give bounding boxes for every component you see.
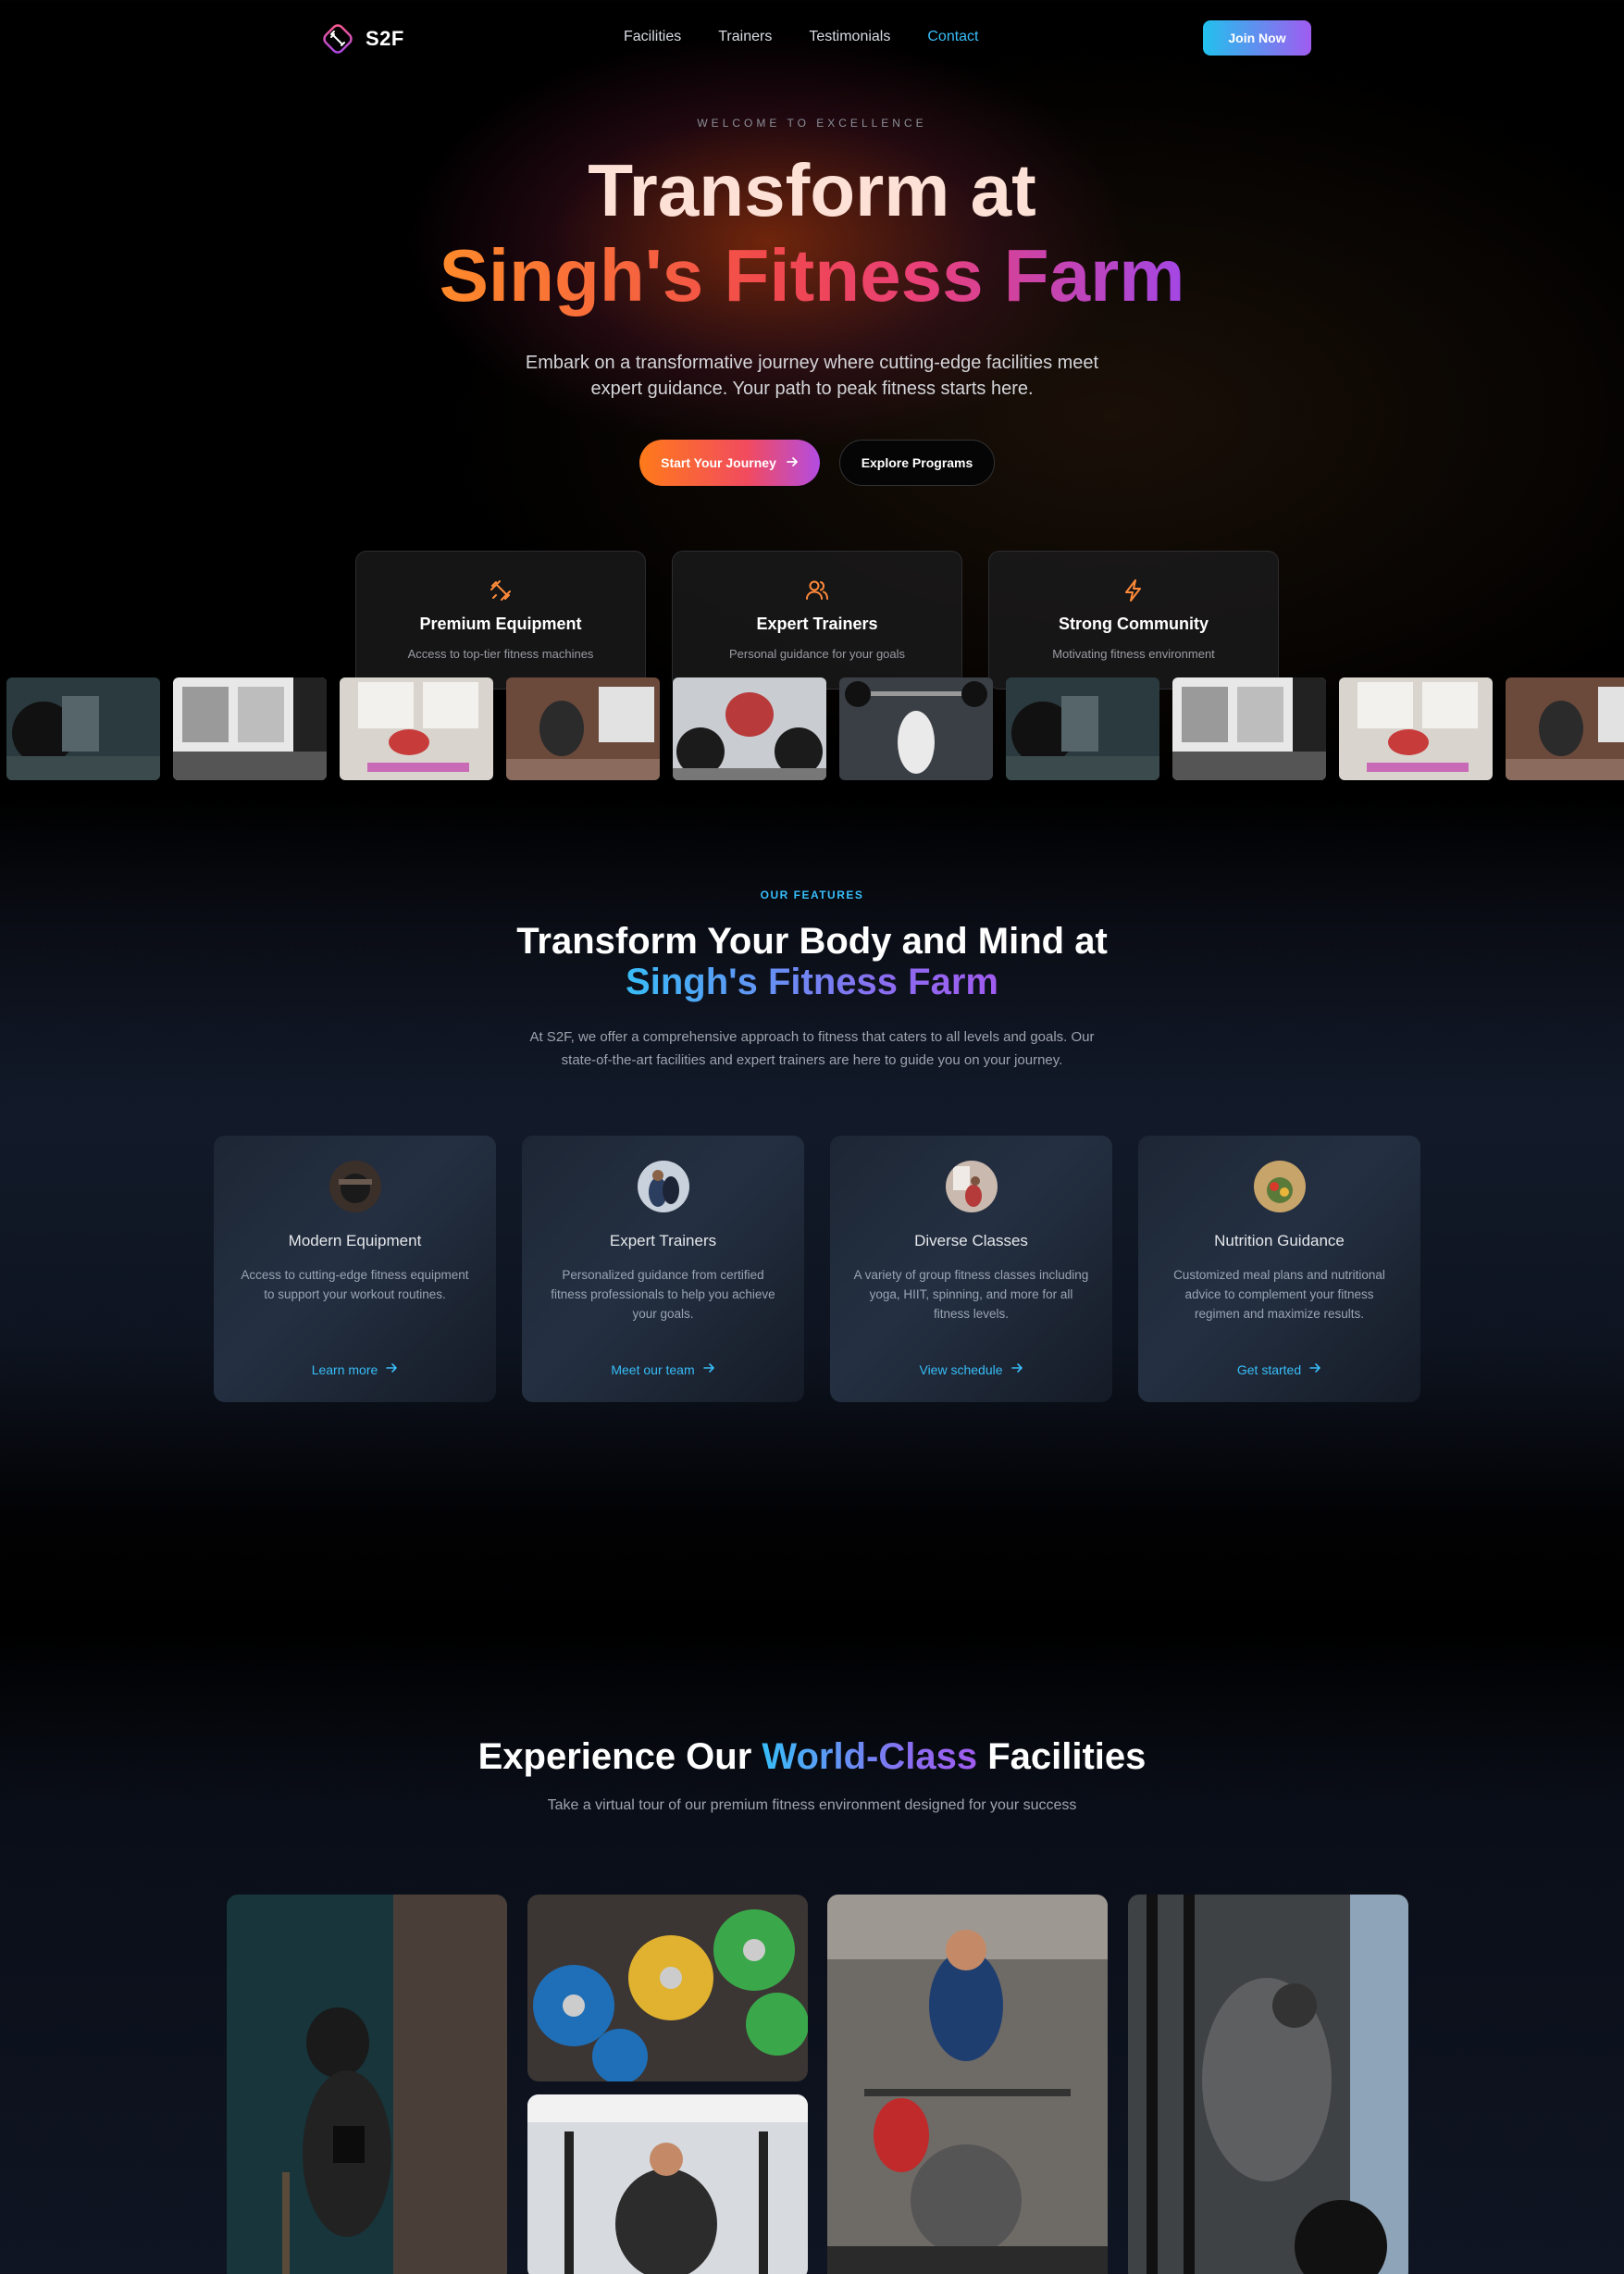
feature-link-label: View schedule	[919, 1361, 1003, 1377]
feature-link-label: Meet our team	[611, 1361, 695, 1377]
feature-desc: Access to cutting-edge fitness equipment…	[241, 1268, 469, 1301]
gallery-photo-gym-floor	[173, 677, 327, 780]
feature-title: Expert Trainers	[609, 1232, 717, 1249]
arrow-right-icon	[1010, 1361, 1023, 1377]
feature-avatar	[945, 1161, 998, 1212]
feature-card-nutrition-guidance: Nutrition Guidance Customized meal plans…	[1138, 1136, 1420, 1402]
facilities-subtitle: Take a virtual tour of our premium fitne…	[547, 1797, 1077, 1813]
gallery-photo-barbell-lift-2	[1006, 677, 1159, 780]
users-icon	[673, 578, 961, 607]
facility-photo-bench-press	[527, 2094, 808, 2274]
hero-card-title: Premium Equipment	[419, 615, 582, 633]
gallery-photo-barbell-lift	[6, 677, 160, 780]
feature-card-diverse-classes: Diverse Classes A variety of group fitne…	[830, 1136, 1112, 1402]
feature-desc: Personalized guidance from certified fit…	[551, 1268, 775, 1321]
features-eyebrow: OUR FEATURES	[760, 888, 864, 901]
facilities-title-accent: World-Class	[762, 1736, 978, 1777]
gallery-photo-overhead-press	[839, 677, 993, 780]
hero-title-line2: Singh's Fitness Farm	[439, 234, 1185, 317]
hero-highlight-cards: Premium Equipment Access to top-tier fit…	[355, 551, 1279, 690]
facilities-title-post: Facilities	[987, 1736, 1147, 1777]
feature-title: Nutrition Guidance	[1214, 1232, 1345, 1249]
hero-subtitle: Embark on a transformative journey where…	[525, 353, 1099, 399]
facilities-title-pre: Experience Our	[477, 1736, 752, 1777]
dumbbell-logo-icon	[319, 20, 356, 57]
view-schedule-link[interactable]: View schedule	[830, 1361, 1112, 1377]
gallery-photo-floor-exercise	[340, 677, 493, 780]
lightning-icon	[989, 578, 1278, 607]
dumbbell-icon	[356, 578, 645, 607]
arrow-right-icon	[385, 1361, 398, 1377]
hero-card-premium-equipment: Premium Equipment Access to top-tier fit…	[355, 551, 646, 690]
facility-photo-battle-ropes	[227, 1895, 507, 2274]
feature-title: Modern Equipment	[288, 1232, 422, 1249]
hero-title: Transform at Singh's Fitness Farm	[0, 148, 1624, 318]
arrow-right-icon	[1308, 1361, 1321, 1377]
gallery-photo-trainer-session	[506, 677, 660, 780]
features-title-line1: Transform Your Body and Mind at	[516, 921, 1108, 962]
features-subtitle: At S2F, we offer a comprehensive approac…	[529, 1029, 1095, 1068]
hero-card-title: Strong Community	[1059, 615, 1209, 633]
top-nav: S2F Facilities Trainers Testimonials Con…	[0, 0, 1624, 78]
features-title-line2: Singh's Fitness Farm	[626, 962, 998, 1002]
hero-card-desc: Motivating fitness environment	[1052, 647, 1215, 661]
learn-more-link[interactable]: Learn more	[214, 1361, 496, 1377]
nav-link-trainers[interactable]: Trainers	[718, 29, 772, 45]
logo-text: S2F	[366, 27, 404, 50]
hero-card-strong-community: Strong Community Motivating fitness envi…	[988, 551, 1279, 690]
feature-desc: Customized meal plans and nutritional ad…	[1173, 1268, 1385, 1321]
hero-card-expert-trainers: Expert Trainers Personal guidance for yo…	[672, 551, 962, 690]
start-journey-button[interactable]: Start Your Journey	[639, 440, 820, 486]
nav-link-facilities[interactable]: Facilities	[624, 29, 681, 45]
nav-link-testimonials[interactable]: Testimonials	[809, 29, 890, 45]
explore-programs-button[interactable]: Explore Programs	[839, 440, 995, 486]
photo-gallery-strip	[6, 677, 1624, 780]
feature-link-label: Learn more	[311, 1361, 378, 1377]
facility-photo-power-rack	[1128, 1895, 1408, 2274]
hero-card-desc: Personal guidance for your goals	[728, 647, 906, 661]
join-now-button[interactable]: Join Now	[1203, 20, 1311, 56]
feature-link-label: Get started	[1236, 1361, 1302, 1377]
get-started-link[interactable]: Get started	[1138, 1361, 1420, 1377]
hero-card-desc: Access to top-tier fitness machines	[407, 647, 594, 661]
facilities-title: Experience Our World-Class Facilities	[0, 1736, 1624, 1778]
feature-avatar	[1253, 1161, 1306, 1212]
hero-title-line1: Transform at	[588, 149, 1036, 231]
feature-avatar	[637, 1161, 689, 1212]
gallery-photo-trainer-session-2	[1506, 677, 1624, 780]
feature-desc: A variety of group fitness classes inclu…	[853, 1268, 1089, 1321]
feature-title: Diverse Classes	[914, 1232, 1028, 1249]
hero-eyebrow: WELCOME TO EXCELLENCE	[697, 117, 927, 130]
gallery-photo-deadlift	[673, 677, 826, 780]
feature-cards: Modern Equipment Access to cutting-edge …	[214, 1136, 1420, 1402]
arrow-right-icon	[702, 1361, 715, 1377]
facility-photo-spotter-bench	[827, 1895, 1108, 2274]
gallery-photo-floor-exercise-2	[1339, 677, 1493, 780]
nav-link-contact[interactable]: Contact	[927, 29, 978, 45]
features-title: Transform Your Body and Mind at Singh's …	[0, 921, 1624, 1002]
feature-card-expert-trainers: Expert Trainers Personalized guidance fr…	[522, 1136, 804, 1402]
meet-team-link[interactable]: Meet our team	[522, 1361, 804, 1377]
start-journey-label: Start Your Journey	[661, 455, 776, 470]
arrow-right-icon	[786, 455, 799, 471]
feature-card-modern-equipment: Modern Equipment Access to cutting-edge …	[214, 1136, 496, 1402]
logo[interactable]: S2F	[319, 20, 404, 57]
nav-links: Facilities Trainers Testimonials Contact	[624, 29, 979, 45]
feature-avatar	[329, 1161, 381, 1212]
hero-card-title: Expert Trainers	[756, 615, 878, 633]
facility-photo-weight-plates	[527, 1895, 808, 2081]
gallery-photo-gym-floor-2	[1172, 677, 1326, 780]
